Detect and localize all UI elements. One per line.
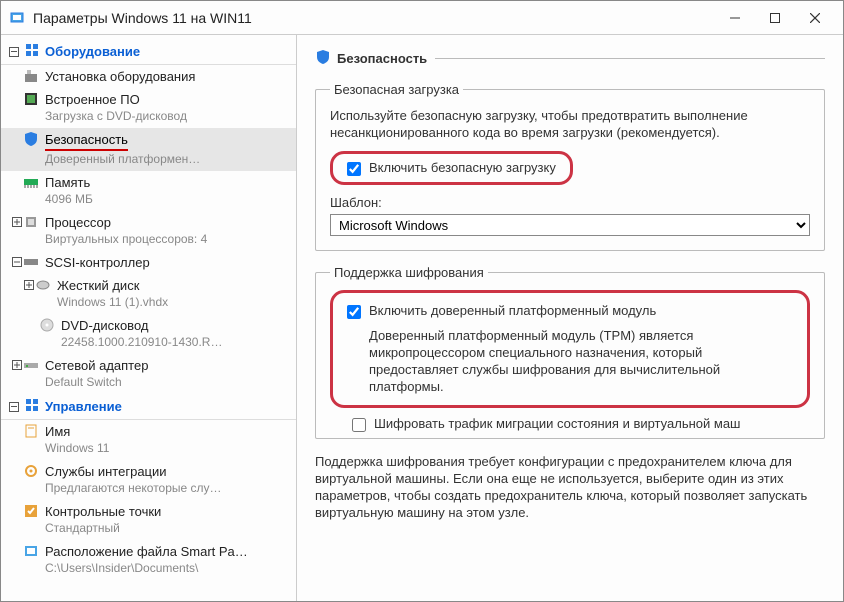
checkpoint-icon xyxy=(23,503,39,519)
tpm-highlight: Включить доверенный платформенный модуль… xyxy=(330,290,810,408)
sidebar-item-firmware[interactable]: Встроенное ПО Загрузка с DVD-дисковод xyxy=(1,88,296,128)
sidebar-item-integration[interactable]: Службы интеграции Предлагаются некоторые… xyxy=(1,460,296,500)
sidebar-item-security[interactable]: Безопасность Доверенный платформен… xyxy=(1,128,296,171)
services-icon xyxy=(23,463,39,479)
expand-icon[interactable] xyxy=(11,214,23,231)
page-header: Безопасность xyxy=(315,49,825,68)
hdd-icon xyxy=(35,277,51,293)
name-icon xyxy=(23,423,39,439)
dvd-icon xyxy=(39,317,55,333)
sidebar-item-checkpoints[interactable]: Контрольные точки Стандартный xyxy=(1,500,296,540)
cpu-icon xyxy=(23,214,39,230)
tpm-checkbox[interactable]: Включить доверенный платформенный модуль xyxy=(347,303,793,319)
page-title: Безопасность xyxy=(337,51,427,66)
shield-icon xyxy=(315,49,331,68)
encrypt-migration-checkbox[interactable]: Шифровать трафик миграции состояния и ви… xyxy=(352,416,810,432)
sidebar-item-name[interactable]: Имя Windows 11 xyxy=(1,420,296,460)
sidebar-item-memory[interactable]: Память 4096 МБ xyxy=(1,171,296,211)
add-hardware-icon xyxy=(23,68,39,84)
sidebar-item-hdd[interactable]: Жесткий диск Windows 11 (1).vhdx xyxy=(1,274,296,314)
grid-icon xyxy=(25,398,39,415)
firmware-icon xyxy=(23,91,39,107)
collapse-icon[interactable] xyxy=(9,47,19,57)
tpm-checkbox-input[interactable] xyxy=(347,305,361,319)
encrypt-migration-checkbox-input[interactable] xyxy=(352,418,366,432)
minimize-button[interactable] xyxy=(715,4,755,32)
controller-icon xyxy=(23,254,39,270)
management-header-label: Управление xyxy=(45,399,122,414)
titlebar: Параметры Windows 11 на WIN11 xyxy=(1,1,843,35)
sidebar-item-cpu[interactable]: Процессор Виртуальных процессоров: 4 xyxy=(1,211,296,251)
template-label: Шаблон: xyxy=(330,195,810,210)
sidebar-section-management[interactable]: Управление xyxy=(1,394,296,420)
encryption-group: Поддержка шифрования Включить доверенный… xyxy=(315,265,825,439)
collapse-icon[interactable] xyxy=(11,254,23,271)
shield-icon xyxy=(23,131,39,147)
tpm-desc: Доверенный платформенный модуль (TPM) яв… xyxy=(369,327,793,395)
maximize-button[interactable] xyxy=(755,4,795,32)
secure-boot-desc: Используйте безопасную загрузку, чтобы п… xyxy=(330,107,810,141)
encryption-legend: Поддержка шифрования xyxy=(330,265,488,280)
secure-boot-highlight: Включить безопасную загрузку xyxy=(330,151,573,185)
sidebar: Оборудование Установка оборудования Встр… xyxy=(1,35,297,601)
content-pane: Безопасность Безопасная загрузка Использ… xyxy=(297,35,843,601)
memory-icon xyxy=(23,174,39,190)
network-icon xyxy=(23,357,39,373)
sidebar-item-scsi[interactable]: SCSI-контроллер xyxy=(1,251,296,274)
secure-boot-group: Безопасная загрузка Используйте безопасн… xyxy=(315,82,825,251)
hardware-header-label: Оборудование xyxy=(45,44,140,59)
secure-boot-legend: Безопасная загрузка xyxy=(330,82,463,97)
expand-icon[interactable] xyxy=(11,357,23,374)
secure-boot-checkbox[interactable]: Включить безопасную загрузку xyxy=(347,160,556,176)
secure-boot-checkbox-input[interactable] xyxy=(347,162,361,176)
sidebar-item-network[interactable]: Сетевой адаптер Default Switch xyxy=(1,354,296,394)
sidebar-item-add-hardware[interactable]: Установка оборудования xyxy=(1,65,296,88)
app-icon xyxy=(9,10,25,26)
collapse-icon[interactable] xyxy=(9,402,19,412)
encryption-info: Поддержка шифрования требует конфигураци… xyxy=(315,453,825,521)
window-title: Параметры Windows 11 на WIN11 xyxy=(33,10,715,26)
sidebar-section-hardware[interactable]: Оборудование xyxy=(1,39,296,65)
expand-icon[interactable] xyxy=(23,277,35,294)
close-button[interactable] xyxy=(795,4,835,32)
smartpaging-icon xyxy=(23,543,39,559)
sidebar-item-smartpaging[interactable]: Расположение файла Smart Pa… C:\Users\In… xyxy=(1,540,296,580)
grid-icon xyxy=(25,43,39,60)
template-select[interactable]: Microsoft Windows xyxy=(330,214,810,236)
sidebar-item-dvd[interactable]: DVD-дисковод 22458.1000.210910-1430.R… xyxy=(1,314,296,354)
settings-window: Параметры Windows 11 на WIN11 Оборудован… xyxy=(0,0,844,602)
